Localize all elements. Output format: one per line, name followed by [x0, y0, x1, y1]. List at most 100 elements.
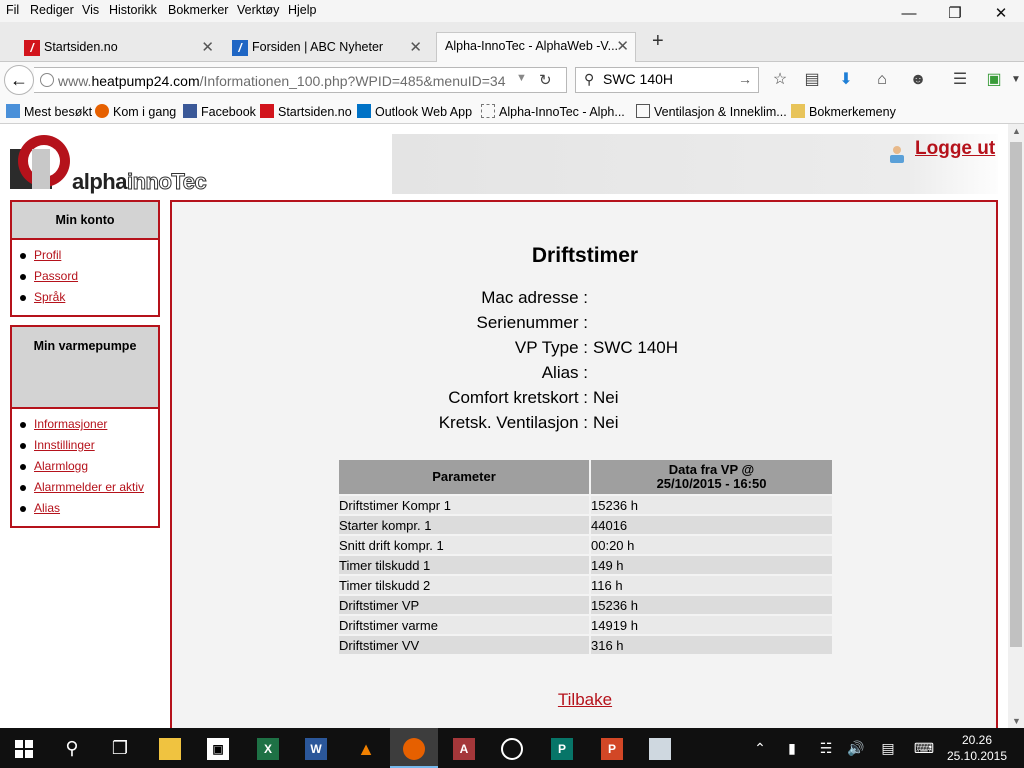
bookmark-alphainnotec[interactable]: Alpha-InnoTec - Alph...: [481, 104, 625, 119]
task-view-icon[interactable]: ❐: [96, 728, 144, 768]
table-cell: 14919 h: [591, 616, 832, 634]
navigation-bar: ← www.heatpump24.com/Informationen_100.p…: [0, 62, 1024, 98]
search-go-icon[interactable]: →: [738, 71, 752, 87]
account-box: Min konto Profil Passord Språk: [10, 200, 160, 317]
table-cell: 15236 h: [591, 496, 832, 514]
star-icon[interactable]: ☆: [768, 68, 792, 92]
tab-alphainnotec[interactable]: Alpha-InnoTec - AlphaWeb -V... ✕: [436, 32, 636, 63]
search-icon[interactable]: ⚲: [48, 728, 96, 768]
file-explorer-icon[interactable]: [146, 728, 194, 768]
bookmark-ventilasjon[interactable]: Ventilasjon & Inneklim...: [636, 104, 787, 119]
table-cell: 44016: [591, 516, 832, 534]
hamburger-menu-icon[interactable]: ☰: [948, 68, 972, 92]
back-link[interactable]: Tilbake: [172, 690, 998, 710]
url-text[interactable]: www.heatpump24.com/Informationen_100.php…: [58, 73, 506, 89]
info-value: Nei: [593, 413, 619, 432]
web-page: alphainnoTec Logge ut Min konto Profil P…: [0, 124, 1008, 728]
scroll-down-icon[interactable]: ▼: [1012, 716, 1021, 726]
paint-icon[interactable]: [636, 728, 684, 768]
close-tab-icon[interactable]: ✕: [616, 37, 629, 55]
tab-abc[interactable]: / Forsiden | ABC Nyheter ✕: [228, 34, 428, 62]
tab-startsiden[interactable]: / Startsiden.no ✕: [20, 34, 220, 62]
alarm-clock-icon[interactable]: [488, 728, 536, 768]
bookmark-facebook[interactable]: Facebook: [183, 104, 256, 119]
sidebar-item-profile[interactable]: Profil: [18, 248, 158, 269]
word-icon[interactable]: W: [292, 728, 340, 768]
show-hidden-icons-icon[interactable]: ⌃: [748, 728, 772, 768]
bookmark-most-visited[interactable]: Mest besøkt: [6, 104, 92, 119]
bookmark-startsiden[interactable]: Startsiden.no: [260, 104, 352, 119]
menu-help[interactable]: Hjelp: [288, 3, 317, 17]
home-icon[interactable]: ⌂: [870, 68, 894, 92]
info-row: Serienummer :: [172, 313, 998, 338]
wifi-icon[interactable]: ☵: [814, 728, 838, 768]
info-value: Nei: [593, 388, 619, 407]
extension-icon[interactable]: ▣: [982, 68, 1006, 92]
bookmark-kom-i-gang[interactable]: Kom i gang: [95, 104, 176, 119]
logout-link[interactable]: Logge ut: [915, 138, 995, 160]
hello-icon[interactable]: ☻: [906, 68, 930, 92]
info-label: Alias :: [541, 363, 588, 382]
keyboard-icon[interactable]: ⌨: [910, 728, 938, 768]
sidebar-item-language[interactable]: Språk: [18, 290, 158, 311]
sidebar-item-settings[interactable]: Innstillinger: [18, 438, 158, 459]
table-cell: 15236 h: [591, 596, 832, 614]
excel-icon[interactable]: X: [244, 728, 292, 768]
url-dropdown-icon[interactable]: ▼: [516, 72, 527, 84]
url-bar[interactable]: www.heatpump24.com/Informationen_100.php…: [34, 67, 567, 93]
access-icon[interactable]: A: [440, 728, 488, 768]
account-box-title: Min konto: [12, 202, 158, 240]
store-icon[interactable]: ▣: [194, 728, 242, 768]
windows-start-icon[interactable]: [0, 728, 48, 768]
search-input[interactable]: [603, 71, 733, 87]
close-tab-icon[interactable]: ✕: [201, 38, 214, 56]
menu-edit[interactable]: Rediger: [30, 3, 74, 17]
sidebar-item-password[interactable]: Passord: [18, 269, 158, 290]
outlook-icon: [357, 104, 371, 118]
sidebar-item-alarm-log[interactable]: Alarmlogg: [18, 459, 158, 480]
menu-history[interactable]: Historikk: [109, 3, 157, 17]
menu-bookmarks[interactable]: Bokmerker: [168, 3, 228, 17]
close-tab-icon[interactable]: ✕: [409, 38, 422, 56]
back-arrow-icon[interactable]: ←: [4, 65, 34, 95]
download-icon[interactable]: ⬇: [834, 68, 858, 92]
table-row: Driftstimer varme 14919 h: [339, 616, 832, 634]
search-bar[interactable]: ⚲ →: [575, 67, 759, 93]
battery-icon[interactable]: ▮: [780, 728, 804, 768]
table-row: Snitt drift kompr. 1 00:20 h: [339, 536, 832, 554]
system-clock[interactable]: 20.26 25.10.2015: [944, 732, 1010, 764]
new-tab-icon[interactable]: +: [652, 30, 664, 53]
table-row: Driftstimer Kompr 1 15236 h: [339, 496, 832, 514]
menu-view[interactable]: Vis: [82, 3, 99, 17]
sidebar-item-information[interactable]: Informasjoner: [18, 417, 158, 438]
info-row: Alias :: [172, 363, 998, 388]
scroll-up-icon[interactable]: ▲: [1012, 126, 1021, 136]
extension-dropdown-icon[interactable]: ▼: [1004, 68, 1024, 92]
menu-file[interactable]: Fil: [6, 3, 19, 17]
bookmark-menu[interactable]: Bokmerkemeny: [791, 104, 896, 119]
reading-list-icon[interactable]: ▤: [800, 68, 824, 92]
menu-tools[interactable]: Verktøy: [237, 3, 279, 17]
tab-title: Startsiden.no: [44, 40, 118, 54]
vlc-icon[interactable]: ▲: [342, 728, 390, 768]
table-cell: Driftstimer varme: [339, 616, 589, 634]
reload-icon[interactable]: ↻: [539, 71, 552, 89]
table-cell: Driftstimer VP: [339, 596, 589, 614]
search-icon: ⚲: [584, 71, 595, 87]
bookmark-outlook[interactable]: Outlook Web App: [357, 104, 472, 119]
tab-bar: / Startsiden.no ✕ / Forsiden | ABC Nyhet…: [0, 22, 1024, 63]
volume-icon[interactable]: 🔊: [844, 728, 868, 768]
sidebar-item-alias[interactable]: Alias: [18, 501, 158, 522]
powerpoint-icon[interactable]: P: [588, 728, 636, 768]
firefox-icon[interactable]: [390, 728, 438, 768]
startsiden-icon: /: [24, 40, 40, 56]
publisher-icon[interactable]: P: [538, 728, 586, 768]
table-row: Driftstimer VP 15236 h: [339, 596, 832, 614]
page-scrollbar[interactable]: ▲ ▼: [1008, 124, 1024, 728]
action-center-icon[interactable]: ▤: [876, 728, 900, 768]
globe-icon: [40, 73, 54, 87]
scrollbar-thumb[interactable]: [1010, 142, 1022, 647]
info-value: SWC 140H: [593, 338, 679, 357]
operating-hours-table: Parameter Data fra VP @25/10/2015 - 16:5…: [337, 458, 834, 656]
sidebar-item-alarm-notifier[interactable]: Alarmmelder er aktiv: [18, 480, 158, 501]
